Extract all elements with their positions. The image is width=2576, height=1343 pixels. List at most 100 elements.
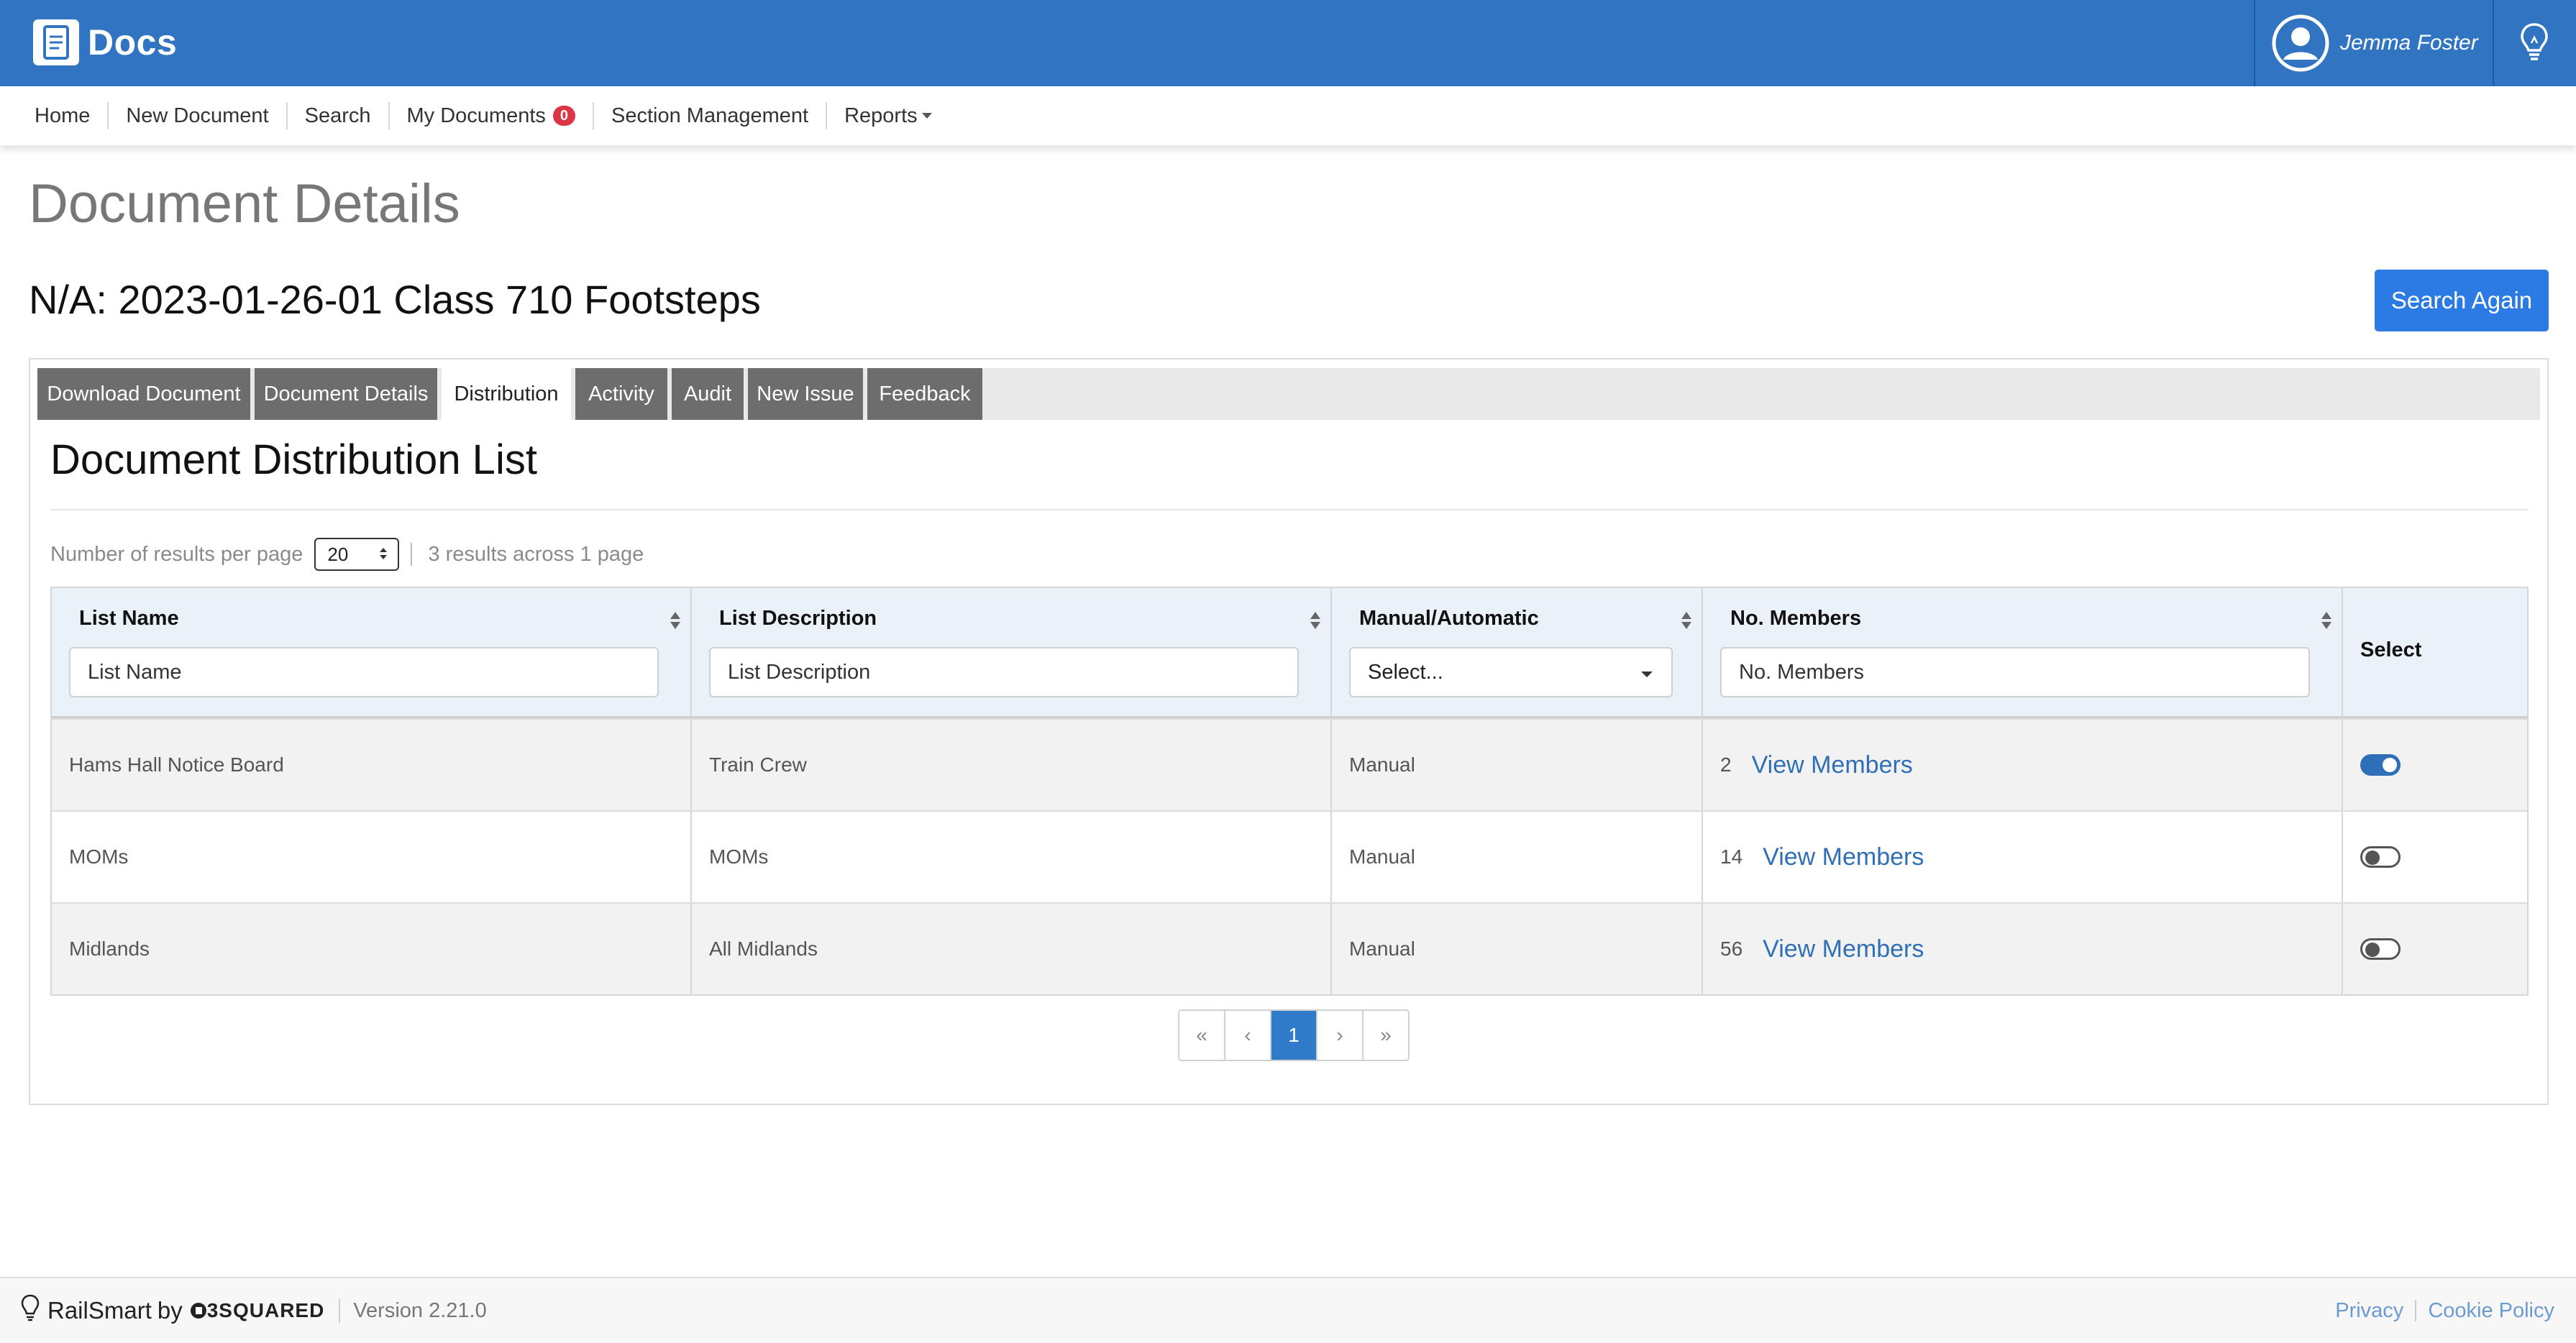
view-members-link[interactable]: View Members <box>1752 751 1913 779</box>
footer: RailSmart by 3SQUARED Version 2.21.0 Pri… <box>0 1277 2576 1343</box>
tab-feedback[interactable]: Feedback <box>867 368 982 420</box>
tab-audit[interactable]: Audit <box>672 368 744 420</box>
per-page-label: Number of results per page <box>50 542 303 566</box>
page-title: Document Details <box>29 173 460 234</box>
nav-home[interactable]: Home <box>0 102 109 129</box>
separator <box>411 543 413 566</box>
nav-reports-label: Reports <box>844 104 918 127</box>
nav-reports-dropdown[interactable]: Reports <box>827 102 949 129</box>
brand-by: by <box>157 1297 183 1324</box>
tab-download-document[interactable]: Download Document <box>37 368 250 420</box>
manual-automatic-cell: Manual <box>1349 845 1415 868</box>
column-header-list-name[interactable]: List Name <box>79 607 179 631</box>
top-bar: Docs Jemma Foster <box>0 0 2576 86</box>
nav-section-management[interactable]: Section Management <box>594 102 828 129</box>
column-header-manual-automatic[interactable]: Manual/Automatic <box>1359 607 1539 631</box>
manual-automatic-cell: Manual <box>1349 753 1415 776</box>
tab-activity[interactable]: Activity <box>575 368 667 420</box>
nav-search[interactable]: Search <box>288 102 390 129</box>
my-documents-count-badge: 0 <box>552 106 576 126</box>
section-divider <box>50 509 2529 510</box>
cookie-policy-link[interactable]: Cookie Policy <box>2428 1299 2554 1323</box>
per-page-select[interactable]: 20 <box>314 538 400 571</box>
search-again-button[interactable]: Search Again <box>2375 270 2549 331</box>
last-page-button[interactable]: » <box>1364 1011 1408 1060</box>
page-1-button[interactable]: 1 <box>1271 1011 1317 1060</box>
nav-new-document-label: New Document <box>126 104 269 127</box>
sort-icon[interactable] <box>2320 610 2333 631</box>
members-cell: 56 View Members <box>1720 904 1924 994</box>
manual-automatic-cell: Manual <box>1349 938 1415 960</box>
first-page-button[interactable]: « <box>1179 1011 1225 1060</box>
nav-search-label: Search <box>304 104 371 127</box>
members-cell: 2 View Members <box>1720 720 1913 810</box>
chevron-down-icon <box>1640 661 1654 684</box>
3squared-mark-icon <box>190 1303 206 1319</box>
list-name-cell: Hams Hall Notice Board <box>69 753 284 776</box>
privacy-link[interactable]: Privacy <box>2335 1299 2403 1323</box>
sort-icon[interactable] <box>1680 610 1693 631</box>
app-name: Docs <box>88 22 178 63</box>
distribution-table: List Name List Name List Description Lis… <box>50 587 2529 996</box>
members-cell: 14 View Members <box>1720 812 1924 902</box>
column-no-members: No. Members No. Members <box>1703 588 2343 716</box>
app-logo[interactable]: Docs <box>33 19 177 65</box>
select-toggle[interactable] <box>2360 846 2401 868</box>
list-name-filter-input[interactable]: List Name <box>69 647 659 697</box>
select-toggle[interactable] <box>2360 938 2401 960</box>
per-page-value: 20 <box>327 543 349 565</box>
tab-strip: Download Document Document Details Distr… <box>37 368 2540 420</box>
next-page-button[interactable]: › <box>1317 1011 1364 1060</box>
no-members-filter-input[interactable]: No. Members <box>1720 647 2310 697</box>
column-header-select: Select <box>2360 638 2422 661</box>
results-per-page-row: Number of results per page 20 3 results … <box>50 538 644 571</box>
manual-automatic-filter-select[interactable]: Select... <box>1349 647 1673 697</box>
tab-distribution[interactable]: Distribution <box>442 368 571 420</box>
column-header-no-members[interactable]: No. Members <box>1730 607 1861 631</box>
sort-updown-icon <box>379 544 388 566</box>
select-placeholder: Select... <box>1368 660 1443 684</box>
list-description-cell: Train Crew <box>709 753 807 776</box>
column-manual-automatic: Manual/Automatic Select... <box>1332 588 1703 716</box>
pagination: « ‹ 1 › » <box>1178 1009 1410 1061</box>
column-list-description: List Description List Description <box>692 588 1332 716</box>
sort-icon[interactable] <box>669 610 682 631</box>
footer-links: Privacy Cookie Policy <box>2335 1278 2554 1343</box>
table-row: MOMs MOMs Manual 14 View Members <box>52 810 2527 902</box>
caret-down-icon <box>921 113 932 119</box>
user-name: Jemma Foster <box>2340 31 2478 55</box>
distribution-list-title: Document Distribution List <box>50 436 537 483</box>
select-toggle[interactable] <box>2360 754 2401 776</box>
user-menu[interactable]: Jemma Foster <box>2254 0 2494 86</box>
list-description-filter-input[interactable]: List Description <box>709 647 1299 697</box>
sort-icon[interactable] <box>1309 610 1322 631</box>
nav-section-management-label: Section Management <box>611 104 809 127</box>
lightbulb-icon <box>20 1293 40 1328</box>
document-title: N/A: 2023-01-26-01 Class 710 Footsteps <box>29 277 761 322</box>
lightbulb-icon <box>2518 22 2550 65</box>
main-nav: Home New Document Search My Documents 0 S… <box>0 86 2576 145</box>
member-count: 56 <box>1720 938 1743 960</box>
list-description-cell: All Midlands <box>709 938 818 960</box>
table-row: Midlands All Midlands Manual 56 View Memb… <box>52 902 2527 994</box>
table-row: Hams Hall Notice Board Train Crew Manual… <box>52 718 2527 810</box>
column-list-name: List Name List Name <box>52 588 692 716</box>
nav-my-documents[interactable]: My Documents 0 <box>390 102 595 129</box>
tab-new-issue[interactable]: New Issue <box>748 368 863 420</box>
previous-page-button[interactable]: ‹ <box>1225 1011 1271 1060</box>
list-description-cell: MOMs <box>709 845 769 868</box>
tab-document-details[interactable]: Document Details <box>255 368 437 420</box>
version-label: Version 2.21.0 <box>339 1298 487 1323</box>
results-summary: 3 results across 1 page <box>428 542 644 566</box>
list-name-cell: Midlands <box>69 938 150 960</box>
column-select: Select <box>2343 588 2527 716</box>
separator <box>2415 1300 2417 1321</box>
nav-home-label: Home <box>35 104 91 127</box>
list-name-cell: MOMs <box>69 845 129 868</box>
view-members-link[interactable]: View Members <box>1763 843 1924 871</box>
nav-new-document[interactable]: New Document <box>109 102 288 129</box>
view-members-link[interactable]: View Members <box>1763 935 1924 963</box>
footer-brand: RailSmart by 3SQUARED <box>20 1293 324 1328</box>
lightbulb-button[interactable] <box>2493 0 2576 86</box>
column-header-list-description[interactable]: List Description <box>719 607 877 631</box>
